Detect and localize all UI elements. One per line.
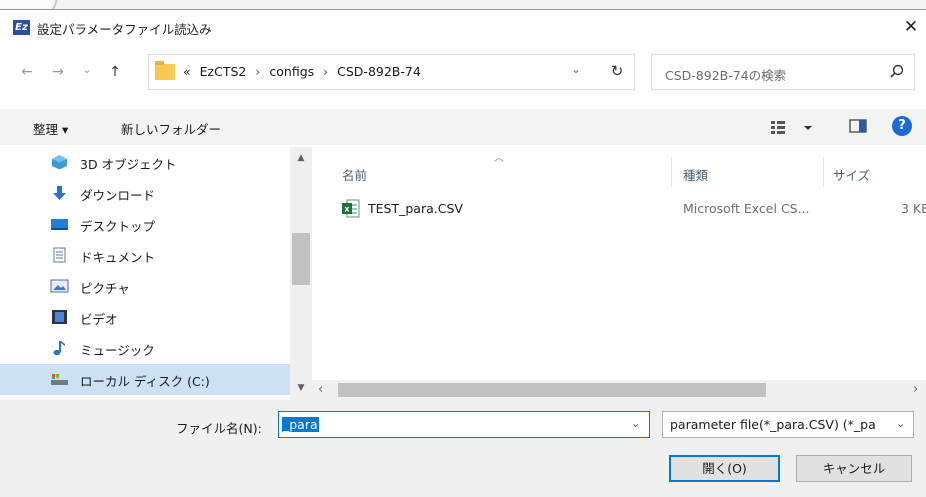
nav-item-label: 3D オブジェクト (80, 157, 177, 172)
column-divider[interactable] (671, 157, 672, 187)
file-size: 3 KB (901, 201, 926, 216)
cancel-button[interactable]: キャンセル (796, 455, 912, 482)
refresh-icon[interactable]: ↻ (606, 62, 628, 80)
forward-button[interactable]: → (47, 60, 69, 84)
nav-item-label: ドキュメント (80, 250, 156, 265)
column-header-type[interactable]: 種類 (683, 165, 708, 184)
breadcrumb-item-ezcts2[interactable]: EzCTS2 (200, 64, 247, 79)
view-options-icon[interactable] (769, 117, 817, 137)
recent-locations-dropdown[interactable]: ⌄ (76, 58, 98, 82)
file-row[interactable]: x TEST_para.CSV Microsoft Excel CS... 3 … (312, 193, 926, 223)
folder-icon (155, 61, 175, 80)
file-list: ︿ 名前 種類 サイズ x TEST_para.CSV Microsoft Ex… (312, 147, 926, 400)
svg-text:x: x (344, 205, 350, 214)
breadcrumb-item-csd-892b-74[interactable]: CSD-892B-74 (337, 64, 421, 79)
new-folder-button[interactable]: 新しいフォルダー (121, 119, 221, 138)
nav-item-3d-objects[interactable]: 3D オブジェクト (0, 147, 290, 178)
back-button[interactable]: ← (16, 60, 38, 84)
filename-value: _para (282, 417, 319, 432)
music-icon (53, 341, 65, 356)
scroll-down-arrow-icon[interactable]: ▼ (290, 383, 312, 393)
file-name: TEST_para.CSV (368, 201, 463, 216)
search-icon[interactable] (887, 63, 907, 81)
command-bar: 整理 ▾ 新しいフォルダー ? (0, 109, 926, 145)
search-box[interactable]: CSD-892B-74の検索 (651, 54, 915, 90)
breadcrumb-item-configs[interactable]: configs (269, 64, 314, 79)
filename-label: ファイル名(N): (176, 421, 262, 436)
help-icon[interactable]: ? (892, 116, 912, 136)
nav-item-music[interactable]: ミュージック (0, 333, 290, 364)
breadcrumb-separator[interactable]: › (323, 64, 328, 79)
search-placeholder: CSD-892B-74の検索 (665, 68, 787, 83)
nav-item-label: ミュージック (80, 343, 155, 358)
open-button[interactable]: 開く(O) (669, 455, 780, 482)
local-disk-icon (51, 374, 68, 385)
breadcrumb-separator[interactable]: › (255, 64, 260, 79)
address-bar[interactable]: « EzCTS2 › configs › CSD-892B-74 ⌄ ↻ (148, 54, 635, 90)
column-header-size[interactable]: サイズ (833, 165, 870, 184)
nav-item-documents[interactable]: ドキュメント (0, 240, 290, 271)
nav-item-downloads[interactable]: ダウンロード (0, 178, 290, 209)
file-type-filter-select[interactable]: parameter file(*_para.CSV) (*_pa ⌄ (662, 411, 914, 438)
breadcrumb: « EzCTS2 › configs › CSD-892B-74 (183, 64, 421, 79)
nav-item-videos[interactable]: ビデオ (0, 302, 290, 333)
scroll-left-arrow-icon[interactable]: ‹ (318, 382, 323, 397)
preview-pane-icon[interactable] (849, 118, 867, 134)
nav-item-label: ローカル ディスク (C:) (80, 374, 210, 389)
download-icon (53, 186, 66, 200)
nav-item-label: ダウンロード (80, 188, 156, 203)
scroll-right-arrow-icon[interactable]: › (913, 382, 918, 397)
navigation-pane: 3D オブジェクト ダウンロード デスクトップ ドキュメント ピクチャ ビデオ … (0, 147, 312, 400)
nav-item-desktop[interactable]: デスクトップ (0, 209, 290, 240)
up-folder-button[interactable]: ↑ (104, 60, 126, 84)
organize-menu-button[interactable]: 整理 ▾ (33, 119, 68, 138)
address-dropdown-icon[interactable]: ⌄ (567, 63, 585, 76)
desktop-icon (51, 219, 68, 230)
close-icon[interactable]: ✕ (896, 14, 926, 40)
documents-icon (53, 247, 66, 263)
file-type-filter-value: parameter file(*_para.CSV) (*_pa (670, 417, 876, 432)
filename-input[interactable]: _para ⌄ (278, 411, 650, 438)
dialog-title: 設定パラメータファイル読込み (37, 22, 212, 37)
nav-item-local-disk[interactable]: ローカル ディスク (C:) (0, 364, 290, 395)
scrollbar-thumb[interactable] (292, 233, 310, 285)
scrollbar-thumb[interactable] (338, 383, 766, 397)
excel-csv-file-icon: x (342, 199, 360, 218)
nav-item-pictures[interactable]: ピクチャ (0, 271, 290, 302)
column-header-name[interactable]: 名前 (342, 165, 367, 184)
breadcrumb-overflow[interactable]: « (183, 64, 191, 79)
app-icon: Ez (13, 20, 30, 35)
column-divider[interactable] (823, 157, 824, 187)
filename-dropdown-icon[interactable]: ⌄ (631, 417, 640, 430)
nav-item-label: ピクチャ (80, 281, 130, 296)
scroll-up-arrow-icon[interactable]: ▲ (290, 153, 312, 163)
3d-objects-icon (52, 155, 67, 170)
file-type: Microsoft Excel CS... (683, 201, 810, 216)
title-bar: Ez 設定パラメータファイル読込み ✕ (0, 10, 926, 42)
file-open-dialog: Ez 設定パラメータファイル読込み ✕ ← → ⌄ ↑ « EzCTS2 › c… (0, 9, 926, 497)
filter-dropdown-icon[interactable]: ⌄ (896, 417, 905, 430)
sort-ascending-icon: ︿ (494, 153, 504, 164)
nav-item-label: デスクトップ (80, 219, 156, 234)
navigation-vertical-scrollbar[interactable]: ▲ ▼ (290, 147, 312, 400)
videos-icon (52, 310, 67, 324)
nav-item-label: ビデオ (80, 312, 118, 327)
file-list-horizontal-scrollbar[interactable]: ‹ › (312, 380, 926, 400)
dialog-footer: ファイル名(N): _para ⌄ parameter file(*_para.… (0, 400, 926, 497)
background-strip (0, 0, 926, 9)
pictures-icon (50, 279, 69, 293)
